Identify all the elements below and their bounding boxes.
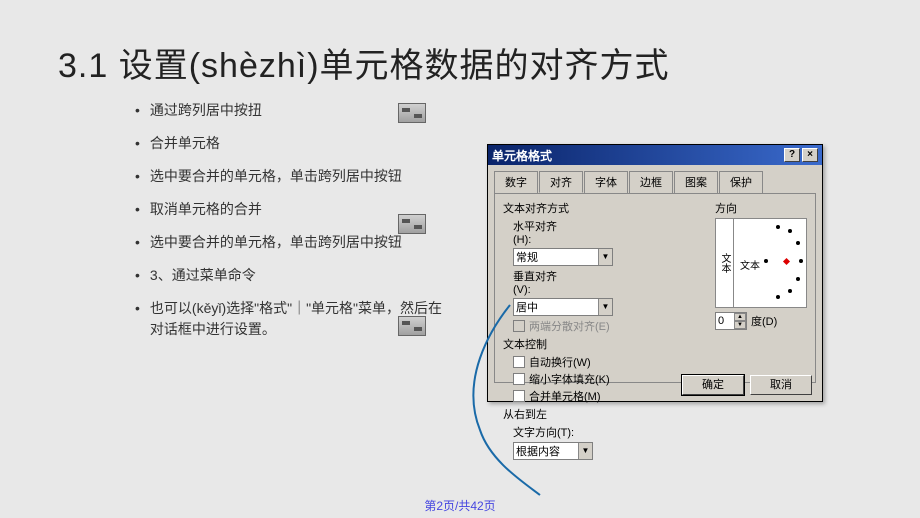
combo-value: 常规 [516, 249, 538, 265]
tab-number[interactable]: 数字 [494, 171, 538, 193]
tab-font[interactable]: 字体 [584, 171, 628, 193]
spinner-value: 0 [718, 315, 724, 327]
orientation-preview[interactable]: 文本 文本 [715, 218, 807, 308]
bullet-item: •3、通过菜单命令 [135, 265, 445, 286]
dial-pointer-icon [783, 258, 790, 265]
checkbox-label: 两端分散对齐(E) [529, 318, 610, 334]
chevron-down-icon: ▼ [598, 299, 612, 315]
checkbox-label: 缩小字体填充(K) [529, 371, 610, 387]
bullet-text: 通过跨列居中按扭 [150, 100, 262, 121]
bullet-text: 3、通过菜单命令 [150, 265, 256, 286]
tab-alignment[interactable]: 对齐 [539, 171, 583, 193]
close-button[interactable]: × [802, 148, 818, 162]
checkbox-label: 合并单元格(M) [529, 388, 601, 404]
cancel-button[interactable]: 取消 [750, 375, 812, 395]
dial-label: 文本 [740, 257, 760, 272]
text-control-section: 文本控制 [503, 336, 807, 352]
chevron-down-icon: ▼ [598, 249, 612, 265]
checkbox-icon [513, 373, 525, 385]
checkbox-icon [513, 356, 525, 368]
checkbox-icon [513, 320, 525, 332]
bullet-text: 选中要合并的单元格，单击跨列居中按钮 [150, 166, 402, 187]
h-align-combo[interactable]: 常规 ▼ [513, 248, 613, 266]
dialog-tabs: 数字 对齐 字体 边框 图案 保护 [494, 171, 816, 193]
slide-heading: 3.1 设置(shèzhì)单元格数据的对齐方式 [58, 38, 670, 87]
v-align-combo[interactable]: 居中 ▼ [513, 298, 613, 316]
dialog-title: 单元格格式 [492, 147, 782, 164]
wrap-text-checkbox[interactable]: 自动换行(W) [513, 354, 807, 370]
rotation-dial[interactable]: 文本 [734, 219, 806, 307]
chevron-down-icon: ▼ [578, 443, 592, 459]
bullet-text: 取消单元格的合并 [150, 199, 262, 220]
degree-label: 度(D) [751, 313, 777, 329]
tab-protection[interactable]: 保护 [719, 171, 763, 193]
checkbox-icon [513, 390, 525, 402]
page-footer: 第2页/共42页 [0, 497, 920, 514]
degree-spinner[interactable]: 0 ▲▼ [715, 312, 747, 330]
alignment-panel: 文本对齐方式 水平对齐(H): 缩进(I): 常规 ▼ 0 ▲▼ 垂直对齐(V)… [494, 193, 816, 383]
v-align-label: 垂直对齐(V): [513, 268, 573, 296]
bullet-text: 选中要合并的单元格，单击跨列居中按钮 [150, 232, 402, 253]
combo-value: 根据内容 [516, 443, 560, 459]
checkbox-label: 自动换行(W) [529, 354, 591, 370]
merge-center-icon [398, 103, 426, 123]
bullet-item: •选中要合并的单元格，单击跨列居中按钮 [135, 232, 445, 253]
bullet-item: •选中要合并的单元格，单击跨列居中按钮 [135, 166, 445, 187]
h-align-label: 水平对齐(H): [513, 218, 573, 246]
format-cells-dialog: 单元格格式 ? × 数字 对齐 字体 边框 图案 保护 文本对齐方式 水平对齐(… [487, 144, 823, 402]
tab-border[interactable]: 边框 [629, 171, 673, 193]
rtl-section: 从右到左 [503, 406, 807, 422]
spin-up-icon[interactable]: ▲ [734, 313, 746, 321]
bullet-text: 合并单元格 [150, 133, 220, 154]
ok-button[interactable]: 确定 [682, 375, 744, 395]
combo-value: 居中 [516, 299, 538, 315]
tab-pattern[interactable]: 图案 [674, 171, 718, 193]
merge-center-icon [398, 214, 426, 234]
spin-down-icon[interactable]: ▼ [734, 321, 746, 329]
merge-center-icon [398, 316, 426, 336]
text-dir-label: 文字方向(T): [513, 424, 583, 440]
orientation-section: 方向 [715, 200, 807, 216]
dialog-titlebar[interactable]: 单元格格式 ? × [488, 145, 822, 165]
vertical-text-preview[interactable]: 文本 [716, 219, 734, 307]
bullet-item: •合并单元格 [135, 133, 445, 154]
help-button[interactable]: ? [784, 148, 800, 162]
text-dir-combo[interactable]: 根据内容 ▼ [513, 442, 593, 460]
